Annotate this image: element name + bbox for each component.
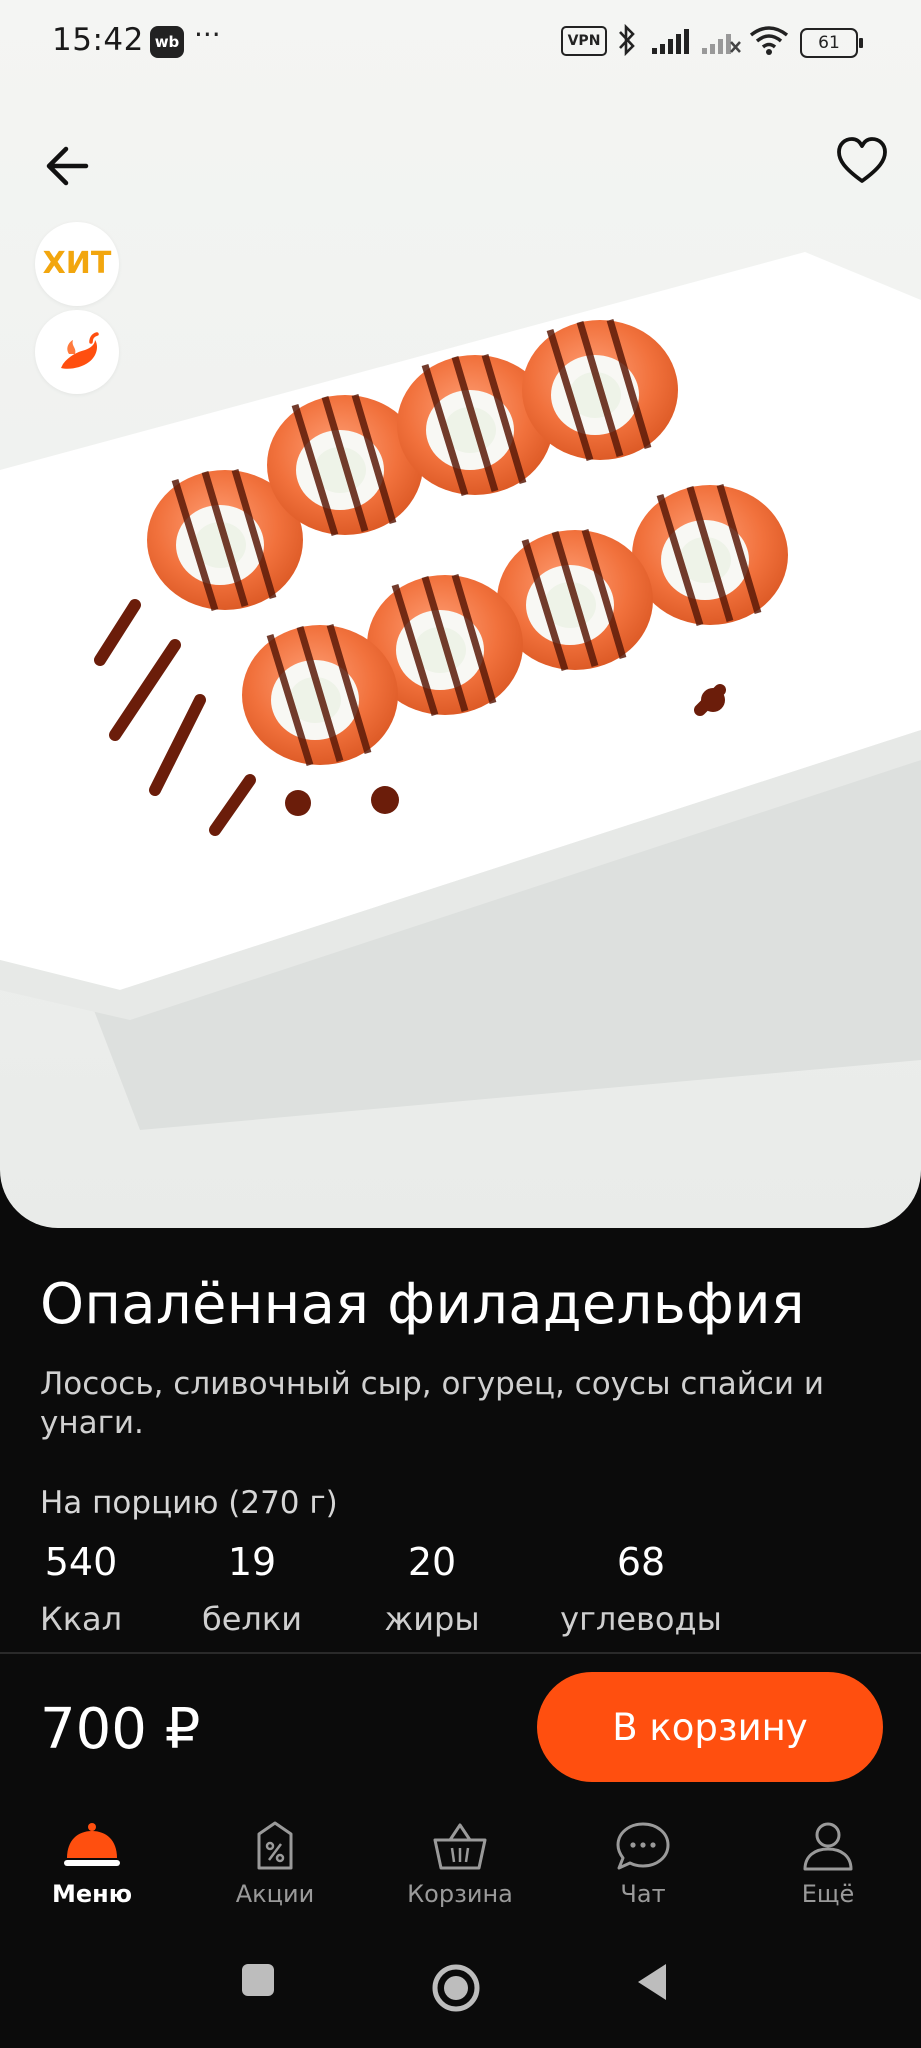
nutrition-value: 19 <box>227 1540 277 1584</box>
hit-badge: ХИТ <box>35 222 119 306</box>
signal-icon <box>652 29 689 54</box>
add-to-cart-button[interactable]: В корзину <box>537 1672 883 1782</box>
user-icon <box>803 1822 853 1871</box>
basket-icon <box>433 1823 487 1870</box>
nutrition-carbs: 68 углеводы <box>556 1540 726 1638</box>
nutrition-fat: 20 жиры <box>380 1540 484 1638</box>
status-overflow: ··· <box>194 18 221 51</box>
nav-label: Чат <box>620 1880 666 1908</box>
nav-item-promotions[interactable]: Акции <box>200 1820 350 1920</box>
product-price: 700 ₽ <box>40 1697 201 1762</box>
nutrition-kcal: 540 Ккал <box>40 1540 122 1638</box>
heart-outline-icon[interactable] <box>834 134 890 190</box>
recent-apps-button[interactable] <box>238 1960 278 2000</box>
back-system-button[interactable] <box>632 1960 672 2004</box>
home-button[interactable] <box>431 1963 481 2013</box>
cloche-icon <box>64 1823 120 1866</box>
sushi-plate-illustration <box>0 252 921 1130</box>
nutrition-label: жиры <box>384 1600 480 1638</box>
app-badge: wb <box>150 26 184 58</box>
battery-icon: 61 <box>800 28 863 58</box>
status-time: 15:42 <box>52 22 144 58</box>
nav-label: Ещё <box>801 1880 855 1908</box>
product-image: 15:42 wb ··· VPN 61 ХИТ <box>0 0 921 1228</box>
nav-label: Меню <box>51 1880 133 1908</box>
nutrition-label: углеводы <box>560 1600 722 1638</box>
nav-label: Акции <box>235 1880 315 1908</box>
wifi-icon <box>749 26 789 55</box>
nutrition-value: 540 <box>44 1540 118 1584</box>
chili-pepper-icon <box>61 332 99 369</box>
divider <box>0 1652 921 1654</box>
chat-bubble-icon <box>616 1822 670 1870</box>
nutrition-protein: 19 белки <box>196 1540 308 1638</box>
nav-item-more[interactable]: Ещё <box>753 1820 903 1920</box>
nutrition-value: 20 <box>407 1540 457 1584</box>
nutrition-label: Ккал <box>40 1600 123 1638</box>
product-description: Лосось, сливочный сыр, огурец, соусы спа… <box>40 1366 825 1441</box>
nav-item-cart[interactable]: Корзина <box>385 1820 535 1920</box>
signal-off-icon <box>702 34 741 54</box>
discount-tag-icon <box>257 1821 293 1870</box>
arrow-left-icon[interactable] <box>40 138 96 194</box>
bluetooth-icon <box>619 23 635 57</box>
nav-item-chat[interactable]: Чат <box>568 1820 718 1920</box>
spicy-badge <box>35 310 119 394</box>
status-bar: 15:42 wb ··· VPN 61 <box>0 0 921 84</box>
nav-item-menu[interactable]: Меню <box>17 1820 167 1920</box>
nutrition-label: белки <box>202 1600 302 1638</box>
product-title: Опалённая филадельфия <box>40 1272 805 1337</box>
nutrition-value: 68 <box>616 1540 666 1584</box>
vpn-indicator: VPN <box>561 26 607 56</box>
nav-label: Корзина <box>407 1880 513 1908</box>
portion-label: На порцию (270 г) <box>40 1485 338 1521</box>
